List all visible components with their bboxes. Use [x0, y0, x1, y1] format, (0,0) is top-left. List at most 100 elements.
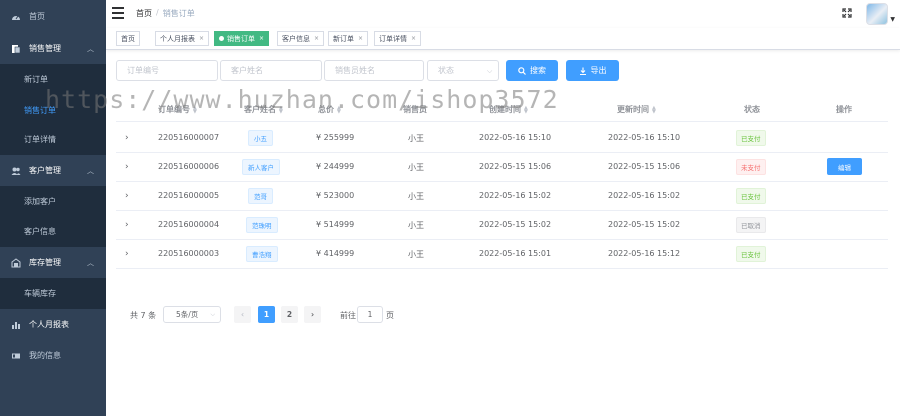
cell-total: ¥ 255999: [316, 133, 355, 142]
sort-icon[interactable]: ▲ ▼: [652, 105, 656, 114]
cell-created: 2022-05-16 15:10: [479, 133, 552, 142]
id-card-icon: [11, 351, 21, 361]
cell-order-no: 220516000004: [158, 220, 220, 229]
sidebar-item-label: 销售管理: [29, 44, 61, 53]
tag-sales-orders[interactable]: 销售订单 ×: [214, 31, 270, 46]
col-created[interactable]: 创建时间 ▲ ▼: [489, 104, 528, 115]
col-salesperson: 销售员: [403, 104, 427, 115]
close-icon[interactable]: ×: [314, 35, 319, 42]
sidebar-item-order-detail[interactable]: 订单详情: [0, 124, 106, 155]
caret-down-icon[interactable]: ▼: [890, 16, 895, 23]
page-button[interactable]: 2: [281, 306, 298, 323]
order-no-input[interactable]: [116, 60, 218, 81]
sidebar-item-sales-orders[interactable]: 销售订单: [0, 95, 106, 126]
col-total[interactable]: 总价 ▲ ▼: [318, 104, 341, 115]
tags-view: 首页 个人月报表 × 销售订单 × 客户信息 × 新订单 × 订单详情 ×: [106, 28, 900, 50]
expand-row-icon[interactable]: ›: [125, 191, 129, 201]
cell-total: ¥ 523000: [316, 191, 355, 200]
next-page-button[interactable]: ›: [304, 306, 321, 323]
col-order-no[interactable]: 订单编号 ▲ ▼: [158, 104, 197, 115]
download-icon: [579, 67, 587, 75]
salesperson-input[interactable]: [324, 60, 424, 81]
page-size-select[interactable]: 5条/页 ⌵: [163, 306, 221, 323]
sidebar-item-sales[interactable]: 销售管理 ︿: [0, 33, 106, 64]
hamburger-icon[interactable]: [112, 7, 124, 19]
close-icon[interactable]: ×: [199, 35, 204, 42]
sidebar-item-monthly-report[interactable]: 个人月报表: [0, 309, 106, 340]
tag-monthly-report[interactable]: 个人月报表 ×: [155, 31, 210, 46]
sidebar-item-home[interactable]: 首页: [0, 1, 106, 32]
cell-updated: 2022-05-16 15:12: [608, 249, 681, 258]
sidebar-item-inventory[interactable]: 库存管理 ︿: [0, 247, 106, 278]
goto-label: 前往: [340, 311, 356, 320]
breadcrumb: 首页 / 销售订单: [136, 8, 195, 19]
cell-salesperson: 小王: [408, 250, 424, 259]
sidebar-item-vehicle-stock[interactable]: 车辆库存: [0, 278, 106, 309]
sort-icon[interactable]: ▲ ▼: [524, 105, 528, 114]
sidebar-item-my-info[interactable]: 我的信息: [0, 340, 106, 371]
table-header: 订单编号 ▲ ▼ 客户姓名 ▲ ▼ 总价 ▲ ▼ 销售员 创建时间 ▲ ▼ 更新时间 ▲ ▼ 状态 …: [116, 97, 888, 122]
table-row: › 220516000005 范哥 ¥ 523000 小王 2022-05-16…: [116, 182, 888, 211]
close-icon[interactable]: ×: [411, 35, 416, 42]
status-badge: 已支付: [736, 188, 766, 204]
tag-label: 销售订单: [227, 34, 255, 43]
cell-updated: 2022-05-15 15:06: [608, 162, 681, 171]
tag-order-detail[interactable]: 订单详情 ×: [374, 31, 422, 46]
chevron-down-icon: ⌵: [487, 67, 493, 75]
export-button[interactable]: 导出: [566, 60, 619, 81]
col-label: 总价: [318, 105, 334, 114]
sidebar-item-label: 我的信息: [29, 351, 61, 360]
sidebar-item-customer-info[interactable]: 客户信息: [0, 216, 106, 247]
col-label: 订单编号: [158, 105, 190, 114]
tag-label: 订单详情: [379, 34, 407, 43]
breadcrumb-home[interactable]: 首页: [136, 8, 152, 19]
cell-updated: 2022-05-15 15:02: [608, 220, 681, 229]
chevron-down-icon: ⌵: [210, 310, 215, 318]
sidebar-item-add-customer[interactable]: 添加客户: [0, 186, 106, 217]
cell-updated: 2022-05-16 15:02: [608, 191, 681, 200]
customer-tag: 曹浩翔: [246, 246, 278, 262]
table-row: › 220516000006 新人客户 ¥ 244999 小王 2022-05-…: [116, 153, 888, 182]
sort-icon[interactable]: ▲ ▼: [337, 105, 341, 114]
app-root: 首页 销售管理 ︿ 新订单 销售订单 订单详情 客户管理 ︿ 添加客户 客户信息…: [0, 0, 900, 416]
tag-home[interactable]: 首页: [116, 31, 140, 46]
goto-page-input[interactable]: 1: [357, 306, 383, 323]
status-badge: 已取消: [736, 217, 766, 233]
close-icon[interactable]: ×: [358, 35, 363, 42]
table-row: › 220516000007 小五 ¥ 255999 小王 2022-05-16…: [116, 124, 888, 153]
col-label: 更新时间: [617, 105, 649, 114]
expand-row-icon[interactable]: ›: [125, 162, 129, 172]
close-icon[interactable]: ×: [259, 35, 264, 42]
customer-tag: 范珠明: [246, 217, 278, 233]
sidebar-item-label: 客户管理: [29, 166, 61, 175]
cell-created: 2022-05-15 15:06: [479, 162, 552, 171]
sidebar-item-new-order[interactable]: 新订单: [0, 64, 106, 95]
expand-row-icon[interactable]: ›: [125, 220, 129, 230]
sort-icon[interactable]: ▲ ▼: [193, 105, 197, 114]
cell-created: 2022-05-16 15:01: [479, 249, 552, 258]
sidebar-item-customers[interactable]: 客户管理 ︿: [0, 155, 106, 186]
tag-customer-info[interactable]: 客户信息 ×: [277, 31, 325, 46]
table-row: › 220516000004 范珠明 ¥ 514999 小王 2022-05-1…: [116, 211, 888, 240]
tag-label: 新订单: [333, 34, 354, 43]
col-updated[interactable]: 更新时间 ▲ ▼: [617, 104, 656, 115]
sort-icon[interactable]: ▲ ▼: [279, 105, 283, 114]
col-customer[interactable]: 客户姓名 ▲ ▼: [244, 104, 283, 115]
cell-order-no: 220516000007: [158, 133, 220, 142]
fullscreen-icon[interactable]: [842, 8, 852, 18]
expand-row-icon[interactable]: ›: [125, 249, 129, 259]
customer-name-input[interactable]: [220, 60, 322, 81]
search-button[interactable]: 搜索: [506, 60, 558, 81]
chevron-up-icon: ︿: [87, 44, 94, 53]
edit-button[interactable]: 编辑: [827, 158, 862, 175]
page-button[interactable]: 1: [258, 306, 275, 323]
chevron-up-icon: ︿: [87, 258, 94, 267]
submenu-label: 新订单: [24, 75, 48, 84]
prev-page-button[interactable]: ‹: [234, 306, 251, 323]
tag-new-order[interactable]: 新订单 ×: [328, 31, 369, 46]
avatar[interactable]: [866, 3, 888, 25]
sidebar-item-label: 首页: [29, 12, 45, 21]
expand-row-icon[interactable]: ›: [125, 133, 129, 143]
submenu-label: 销售订单: [24, 106, 56, 115]
customer-tag: 小五: [248, 130, 273, 146]
